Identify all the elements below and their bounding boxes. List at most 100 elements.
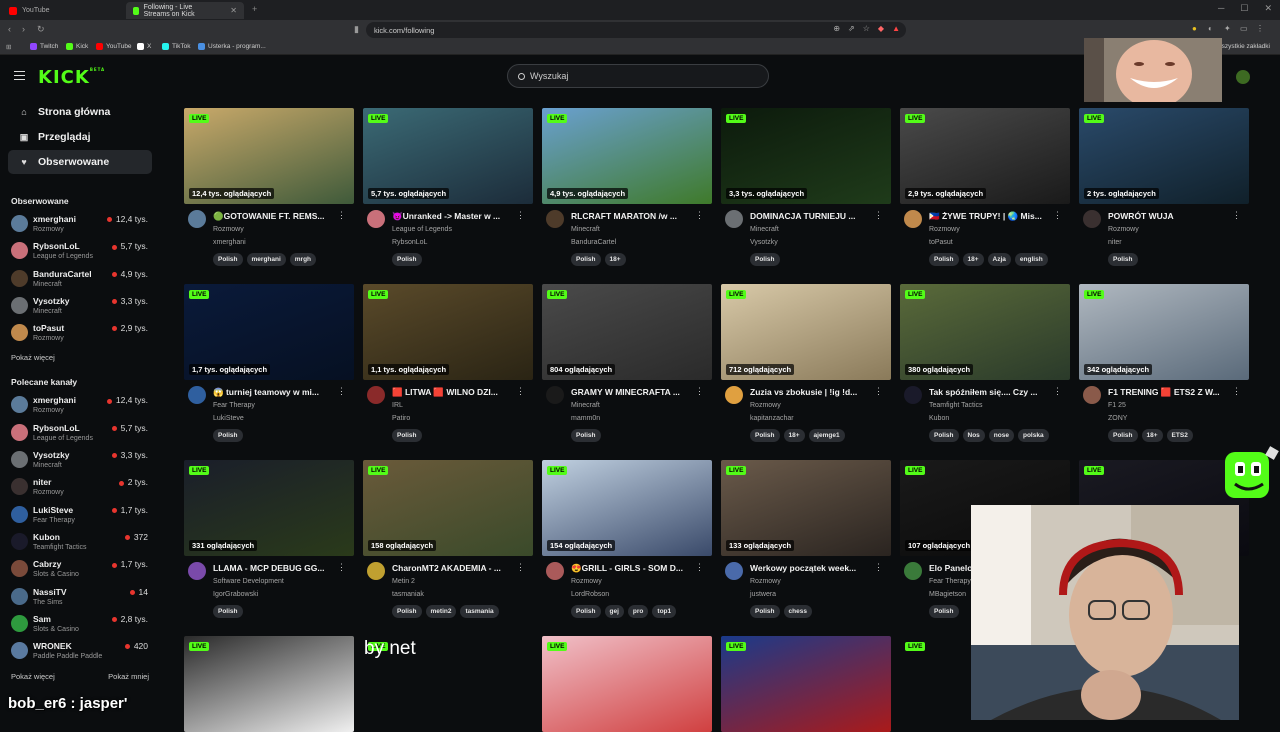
channel-avatar[interactable] bbox=[904, 562, 922, 580]
sidebar-channel[interactable]: RybsonLoL League of Legends 5,7 tys. bbox=[0, 419, 160, 446]
tag-chip[interactable]: 18+ bbox=[1141, 429, 1163, 442]
bookmark-youtube[interactable]: YouTube bbox=[96, 43, 132, 50]
channel-avatar[interactable] bbox=[546, 210, 564, 228]
sidebar-channel[interactable]: Vysotzky Minecraft 3,3 tys. bbox=[0, 446, 160, 473]
stream-card[interactable]: LIVE 342 oglądających F1 TRENING 🟥 ETS2 Z … bbox=[1079, 284, 1249, 442]
extension-icon[interactable]: ● bbox=[1192, 24, 1197, 33]
stream-thumbnail[interactable]: LIVE 2 tys. oglądających bbox=[1079, 108, 1249, 204]
stream-thumbnail[interactable]: LIVE 154 oglądających bbox=[542, 460, 712, 556]
channel-avatar[interactable] bbox=[188, 562, 206, 580]
streamer-name[interactable]: toPasut bbox=[929, 239, 953, 246]
tag-chip[interactable]: polska bbox=[1017, 429, 1049, 442]
more-options-icon[interactable]: ⋮ bbox=[695, 386, 704, 397]
nav-browse[interactable]: ▣ Przeglądaj bbox=[8, 125, 152, 149]
channel-avatar[interactable] bbox=[546, 386, 564, 404]
streamer-name[interactable]: LordRobson bbox=[571, 591, 609, 598]
stream-title[interactable]: 😱 turniej teamowy w mi... bbox=[213, 387, 338, 398]
show-more-recommended[interactable]: Pokaż więcej bbox=[11, 672, 55, 681]
sidebar-channel[interactable]: toPasut Rozmowy 2,9 tys. bbox=[0, 319, 160, 346]
close-window-icon[interactable]: ✕ bbox=[1264, 3, 1272, 14]
tag-chip[interactable]: Polish bbox=[929, 429, 959, 442]
more-options-icon[interactable]: ⋮ bbox=[337, 210, 346, 221]
tag-chip[interactable]: Polish bbox=[213, 605, 243, 618]
tab-youtube[interactable]: YouTube bbox=[2, 2, 124, 19]
channel-avatar[interactable] bbox=[725, 210, 743, 228]
stream-title[interactable]: LLAMA - MCP DEBUG GG... bbox=[213, 563, 338, 573]
streamer-name[interactable]: ZONY bbox=[1108, 415, 1127, 422]
search-box[interactable] bbox=[507, 64, 769, 88]
streamer-name[interactable]: Kubon bbox=[929, 415, 949, 422]
more-options-icon[interactable]: ⋮ bbox=[874, 562, 883, 573]
nav-following[interactable]: ♥ Obserwowane bbox=[8, 150, 152, 174]
stream-thumbnail[interactable]: LIVE 1,7 tys. oglądających bbox=[184, 284, 354, 380]
tag-chip[interactable]: Polish bbox=[571, 605, 601, 618]
streamer-name[interactable]: tasmaniak bbox=[392, 591, 424, 598]
stream-thumbnail[interactable]: LIVE 12,4 tys. oglądających bbox=[184, 108, 354, 204]
tag-chip[interactable]: chess bbox=[783, 605, 812, 618]
sidebar-channel[interactable]: BanduraCartel Minecraft 4,9 tys. bbox=[0, 265, 160, 292]
tag-chip[interactable]: Polish bbox=[750, 253, 780, 266]
channel-avatar[interactable] bbox=[904, 210, 922, 228]
stream-title[interactable]: DOMINACJA TURNIEJU ... bbox=[750, 211, 875, 221]
tag-chip[interactable]: metin2 bbox=[425, 605, 457, 618]
bookmark-tiktok[interactable]: TikTok bbox=[162, 43, 191, 50]
share-icon[interactable]: ⇗ bbox=[848, 24, 855, 33]
show-more-followed[interactable]: Pokaż więcej bbox=[0, 353, 160, 362]
more-options-icon[interactable]: ⋮ bbox=[516, 210, 525, 221]
new-tab-icon[interactable]: + bbox=[252, 4, 257, 14]
bookmark-x[interactable]: X bbox=[137, 43, 151, 50]
maximize-icon[interactable]: ☐ bbox=[1240, 3, 1248, 14]
more-options-icon[interactable]: ⋮ bbox=[1232, 210, 1241, 221]
stream-category[interactable]: Minecraft bbox=[571, 402, 600, 409]
sidebar-channel[interactable]: NassiTV The Sims 14 bbox=[0, 583, 160, 610]
stream-thumbnail[interactable]: LIVE 380 oglądających bbox=[900, 284, 1070, 380]
stream-card[interactable]: LIVE bbox=[184, 636, 354, 732]
sidebar-channel[interactable]: xmerghani Rozmowy 12,4 tys. bbox=[0, 210, 160, 237]
tag-chip[interactable]: ETS2 bbox=[1166, 429, 1193, 442]
streamer-name[interactable]: niter bbox=[1108, 239, 1122, 246]
more-options-icon[interactable]: ⋮ bbox=[1232, 386, 1241, 397]
sidebar-channel[interactable]: xmerghani Rozmowy 12,4 tys. bbox=[0, 391, 160, 418]
tag-chip[interactable]: Polish bbox=[392, 605, 422, 618]
stream-category[interactable]: Minecraft bbox=[571, 226, 600, 233]
stream-card[interactable]: LIVE 2,9 tys. oglądających 🇵🇭 ŻYWE TRUPY! … bbox=[900, 108, 1070, 266]
stream-thumbnail[interactable]: LIVE 804 oglądających bbox=[542, 284, 712, 380]
stream-card[interactable]: LIVE 5,7 tys. oglądających 😈Unranked -> Ma… bbox=[363, 108, 533, 266]
tag-chip[interactable]: Polish bbox=[571, 253, 601, 266]
streamer-name[interactable]: Vysotzky bbox=[750, 239, 778, 246]
channel-avatar[interactable] bbox=[725, 386, 743, 404]
channel-avatar[interactable] bbox=[188, 386, 206, 404]
stream-category[interactable]: Fear Therapy bbox=[929, 578, 971, 585]
stream-category[interactable]: Software Development bbox=[213, 578, 284, 585]
apps-icon[interactable]: ⊞ bbox=[6, 43, 11, 51]
tab-kick-following[interactable]: Following - Live Streams on Kick ✕ bbox=[126, 2, 244, 19]
stream-title[interactable]: Werkowy początek week... bbox=[750, 563, 875, 573]
extension-icon[interactable]: ◐ bbox=[1208, 24, 1213, 33]
channel-avatar[interactable] bbox=[904, 386, 922, 404]
stream-thumbnail[interactable]: LIVE 1,1 tys. oglądających bbox=[363, 284, 533, 380]
stream-category[interactable]: Rozmowy bbox=[929, 226, 960, 233]
stream-category[interactable]: Teamfight Tactics bbox=[929, 402, 983, 409]
tag-chip[interactable]: english bbox=[1014, 253, 1048, 266]
stream-thumbnail[interactable]: LIVE bbox=[542, 636, 712, 732]
streamer-name[interactable]: mamm0n bbox=[571, 415, 600, 422]
tag-chip[interactable]: pro bbox=[627, 605, 649, 618]
stream-category[interactable]: Minecraft bbox=[750, 226, 779, 233]
stream-thumbnail[interactable]: LIVE bbox=[721, 636, 891, 732]
sidebar-channel[interactable]: Vysotzky Minecraft 3,3 tys. bbox=[0, 292, 160, 319]
sidebar-channel[interactable]: LukiSteve Fear Therapy 1,7 tys. bbox=[0, 501, 160, 528]
puzzle-icon[interactable]: ✦ bbox=[1224, 24, 1231, 33]
sidebar-channel[interactable]: Kubon Teamfight Tactics 372 bbox=[0, 528, 160, 555]
streamer-name[interactable]: kapitanzachar bbox=[750, 415, 794, 422]
tag-chip[interactable]: top1 bbox=[652, 605, 677, 618]
stream-category[interactable]: Fear Therapy bbox=[213, 402, 255, 409]
stream-card[interactable]: LIVE 4,9 tys. oglądających RLCRAFT MARATON… bbox=[542, 108, 712, 266]
tag-chip[interactable]: nose bbox=[988, 429, 1014, 442]
stream-card[interactable]: LIVE 380 oglądających Tak spóźniłem się...… bbox=[900, 284, 1070, 442]
more-options-icon[interactable]: ⋮ bbox=[1053, 386, 1062, 397]
tag-chip[interactable]: Polish bbox=[929, 605, 959, 618]
nav-home[interactable]: ⌂ Strona główna bbox=[8, 100, 152, 124]
stream-title[interactable]: F1 TRENING 🟥 ETS2 Z W... bbox=[1108, 387, 1233, 398]
tag-chip[interactable]: tasmania bbox=[460, 605, 499, 618]
bookmark-twitch[interactable]: Twitch bbox=[30, 43, 58, 50]
